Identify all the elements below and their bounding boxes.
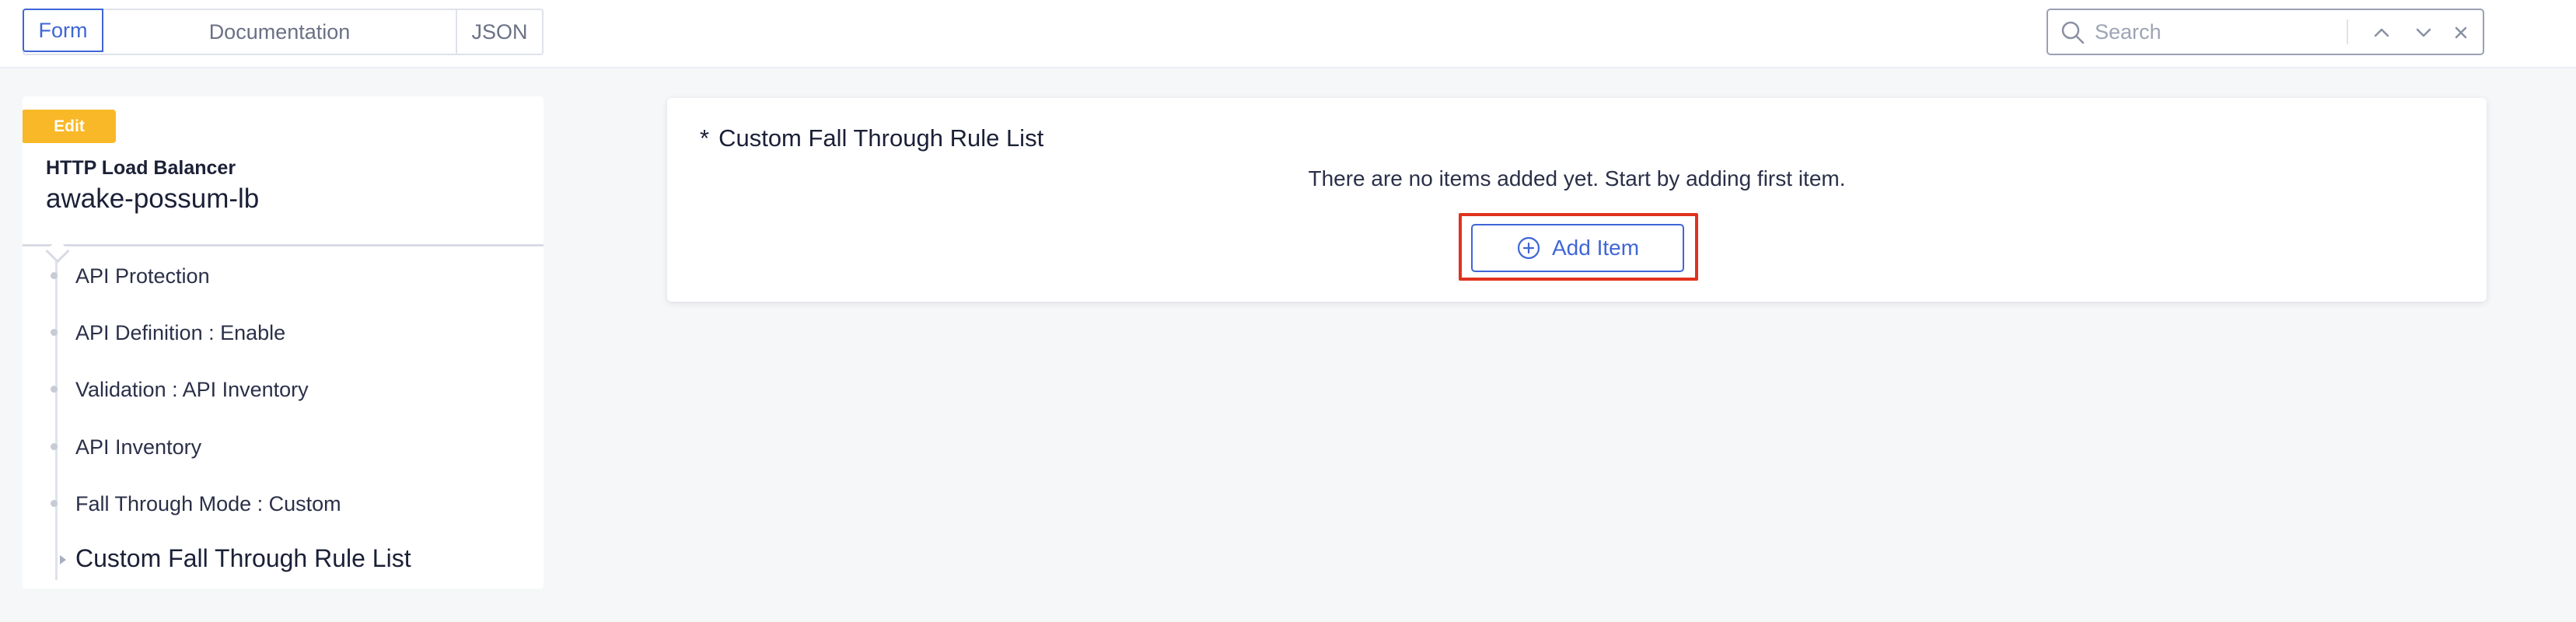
- search-separator: [2347, 19, 2348, 44]
- search-input[interactable]: [2095, 16, 2359, 47]
- chevron-up-icon[interactable]: [2370, 21, 2393, 44]
- nav-dot: [51, 329, 58, 336]
- sidebar-item-api-definition[interactable]: API Definition : Enable: [75, 321, 285, 345]
- add-item-button[interactable]: Add Item: [1471, 224, 1684, 272]
- divider-notch: [45, 239, 70, 264]
- sidebar-item-api-protection[interactable]: API Protection: [75, 264, 210, 288]
- sidebar: Edit HTTP Load Balancer awake-possum-lb …: [23, 96, 544, 589]
- object-type-label: HTTP Load Balancer: [46, 157, 236, 179]
- section-title: * Custom Fall Through Rule List: [700, 124, 1043, 152]
- add-item-label: Add Item: [1551, 236, 1640, 260]
- chevron-down-icon[interactable]: [2412, 21, 2435, 44]
- edit-badge: Edit: [23, 110, 116, 143]
- sidebar-item-validation[interactable]: Validation : API Inventory: [75, 378, 309, 402]
- tab-json[interactable]: JSON: [457, 10, 542, 54]
- rule-list-card: * Custom Fall Through Rule List There are…: [667, 98, 2487, 302]
- object-name: awake-possum-lb: [46, 183, 260, 214]
- sidebar-divider: [23, 244, 544, 246]
- sidebar-item-api-inventory[interactable]: API Inventory: [75, 435, 201, 460]
- section-title-text: Custom Fall Through Rule List: [718, 124, 1044, 152]
- nav-dot: [51, 272, 58, 279]
- search-box: [2046, 9, 2484, 55]
- nav-dot: [51, 386, 58, 393]
- sidebar-item-custom-fall-through-rule-list[interactable]: Custom Fall Through Rule List: [75, 544, 411, 573]
- nav-dot: [51, 500, 58, 507]
- active-item-arrow-icon: [60, 555, 66, 564]
- required-marker: *: [700, 124, 710, 152]
- tab-form[interactable]: Form: [23, 9, 103, 52]
- sidebar-item-fall-through-mode[interactable]: Fall Through Mode : Custom: [75, 492, 341, 516]
- nav-dot: [51, 443, 58, 450]
- top-bar: Form Documentation JSON: [0, 0, 2576, 68]
- view-tabs: Form Documentation JSON: [23, 9, 544, 55]
- tab-documentation[interactable]: Documentation: [103, 10, 457, 54]
- empty-state-message: There are no items added yet. Start by a…: [1308, 166, 1846, 190]
- close-icon[interactable]: [2449, 21, 2473, 44]
- nav-tree-line: [55, 261, 58, 580]
- plus-circle-icon: [1517, 236, 1540, 260]
- search-icon: [2061, 21, 2085, 44]
